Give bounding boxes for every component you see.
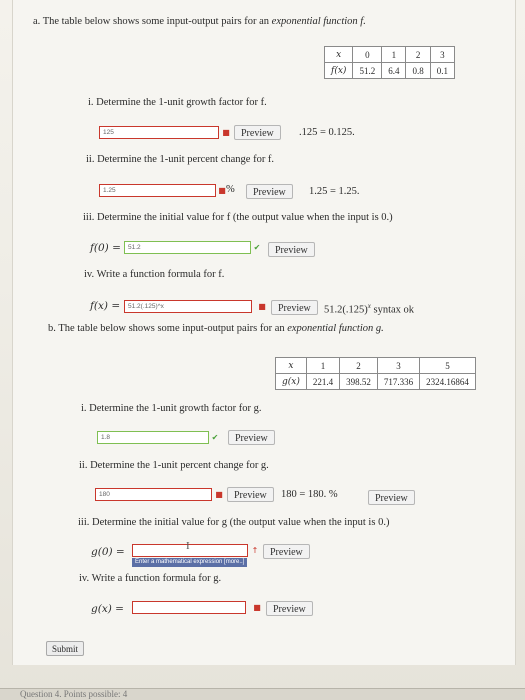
initial-value-f-input[interactable]: 51.2 (124, 241, 251, 254)
question-footer: Question 4. Points possible: 4 (0, 688, 525, 700)
table-f-fx-cell: 0.1 (429, 62, 455, 79)
table-g: x 1 2 3 5 g(x) 221.4 398.52 717.336 2324… (275, 357, 476, 390)
question-a-iv: iv. Write a function formula for f. (84, 269, 224, 280)
part-b-label: b. (48, 323, 56, 334)
percent-change-g-input[interactable]: 180 (95, 488, 212, 501)
preview-button[interactable]: Preview (246, 184, 293, 199)
input-tooltip: Enter a mathematical expression [more..] (132, 558, 248, 567)
question-label: iii. (83, 212, 95, 223)
part-a-label: a. (33, 16, 41, 27)
preview-button[interactable]: Preview (234, 125, 281, 140)
question-label: ii. (86, 154, 95, 165)
question-b-iv: iv. Write a function formula for g. (79, 573, 221, 584)
formula-f-input[interactable]: 51.2(.125)^x (124, 300, 252, 313)
table-f-header-x: x (323, 46, 354, 63)
table-g-gx-cell: 398.52 (339, 373, 378, 390)
worksheet: a. The table below shows some input-outp… (12, 0, 516, 665)
preview-button-2[interactable]: Preview (368, 490, 415, 505)
preview-exponent: x (367, 302, 371, 310)
question-text: Write a function formula for f. (96, 269, 225, 280)
footer-text: Question 4. Points possible: 4 (20, 689, 128, 699)
question-text: Determine the 1-unit percent change for … (97, 154, 275, 165)
preview-button[interactable]: Preview (268, 242, 315, 257)
preview-result: 180 = 180. % (281, 489, 338, 500)
table-f-header-fx: f(x) (323, 62, 354, 79)
growth-factor-g-input[interactable]: 1.8 (97, 431, 209, 444)
preview-button[interactable]: Preview (228, 430, 275, 445)
correct-check-icon: ✔ (211, 433, 219, 442)
table-g-gx-cell: 221.4 (305, 373, 341, 390)
question-label: iv. (79, 573, 90, 584)
table-g-x-cell: 2 (339, 357, 378, 374)
arrow-up-icon: ↑ (251, 546, 259, 555)
question-b-i: i. Determine the 1-unit growth factor fo… (81, 403, 262, 414)
lhs-f0: f(0) = (90, 242, 121, 254)
question-text: Determine the 1-unit growth factor for g… (89, 403, 262, 414)
question-label: i. (88, 97, 94, 108)
lhs-gx: g(x) = (91, 603, 124, 615)
question-text: Determine the 1-unit growth factor for f… (96, 97, 267, 108)
part-b-intro-emph: exponential function g. (287, 323, 384, 334)
question-text: Write a function formula for g. (91, 573, 222, 584)
question-label: iii. (78, 517, 90, 528)
question-b-ii: ii. Determine the 1-unit percent change … (79, 460, 269, 471)
syntax-note: syntax ok (373, 304, 415, 316)
table-g-x-cell: 3 (376, 357, 421, 374)
part-b-intro-text: The table below shows some input-output … (58, 323, 285, 334)
formula-g-input[interactable] (132, 601, 246, 614)
incorrect-icon: ■ (218, 186, 226, 195)
question-text: Determine the initial value for f (the o… (97, 212, 393, 223)
lhs-fx: f(x) = (90, 300, 121, 312)
table-g-gx-cell: 2324.16864 (419, 373, 476, 390)
table-g-gx-cell: 717.336 (376, 373, 421, 390)
lhs-g0: g(0) = (91, 546, 125, 558)
question-text: Determine the initial value for g (the o… (92, 517, 390, 528)
part-a-intro-emph: exponential function f. (271, 16, 366, 27)
question-b-iii: iii. Determine the initial value for g (… (78, 517, 389, 528)
incorrect-icon: ■ (253, 603, 261, 612)
incorrect-icon: ■ (258, 302, 266, 311)
preview-formula: 51.2(.125) (324, 304, 368, 316)
table-f-fx-cell: 0.8 (405, 62, 431, 79)
question-label: ii. (79, 460, 88, 471)
incorrect-icon: ■ (215, 490, 223, 499)
question-a-iii: iii. Determine the initial value for f (… (83, 212, 393, 223)
preview-result: 51.2(.125)x syntax ok (324, 302, 414, 316)
text-cursor-icon: I (186, 540, 190, 552)
preview-result: .125 = 0.125. (299, 127, 355, 138)
growth-factor-f-input[interactable]: 125 (99, 126, 219, 139)
percent-suffix: % (226, 184, 235, 195)
preview-button[interactable]: Preview (271, 300, 318, 315)
question-a-ii: ii. Determine the 1-unit percent change … (86, 154, 274, 165)
table-f-fx-cell: 6.4 (381, 62, 407, 79)
percent-change-f-input[interactable]: 1.25 (99, 184, 216, 197)
table-f-x-cell: 2 (405, 46, 431, 63)
question-text: Determine the 1-unit percent change for … (90, 460, 269, 471)
table-f: x 0 1 2 3 f(x) 51.2 6.4 0.8 0.1 (323, 46, 455, 79)
question-label: iv. (84, 269, 95, 280)
table-f-fx-cell: 51.2 (352, 62, 383, 79)
incorrect-icon: ■ (222, 128, 230, 137)
question-label: i. (81, 403, 87, 414)
table-f-x-cell: 3 (429, 46, 455, 63)
correct-check-icon: ✔ (253, 243, 261, 252)
preview-button[interactable]: Preview (227, 487, 274, 502)
part-a-intro: a. The table below shows some input-outp… (33, 16, 366, 27)
preview-button[interactable]: Preview (266, 601, 313, 616)
question-a-i: i. Determine the 1-unit growth factor fo… (88, 97, 267, 108)
page: a. The table below shows some input-outp… (0, 0, 525, 700)
table-g-x-cell: 5 (419, 357, 476, 374)
table-f-x-cell: 1 (381, 46, 407, 63)
preview-result: 1.25 = 1.25. (309, 186, 360, 197)
table-g-header-x: x (275, 357, 307, 374)
part-a-intro-text: The table below shows some input-output … (42, 16, 270, 27)
table-g-x-cell: 1 (305, 357, 341, 374)
table-f-x-cell: 0 (352, 46, 383, 63)
initial-value-g-input[interactable] (132, 544, 248, 557)
preview-button[interactable]: Preview (263, 544, 310, 559)
table-g-header-gx: g(x) (275, 373, 307, 390)
submit-button[interactable]: Submit (46, 641, 85, 656)
part-b-intro: b. The table below shows some input-outp… (48, 323, 384, 334)
